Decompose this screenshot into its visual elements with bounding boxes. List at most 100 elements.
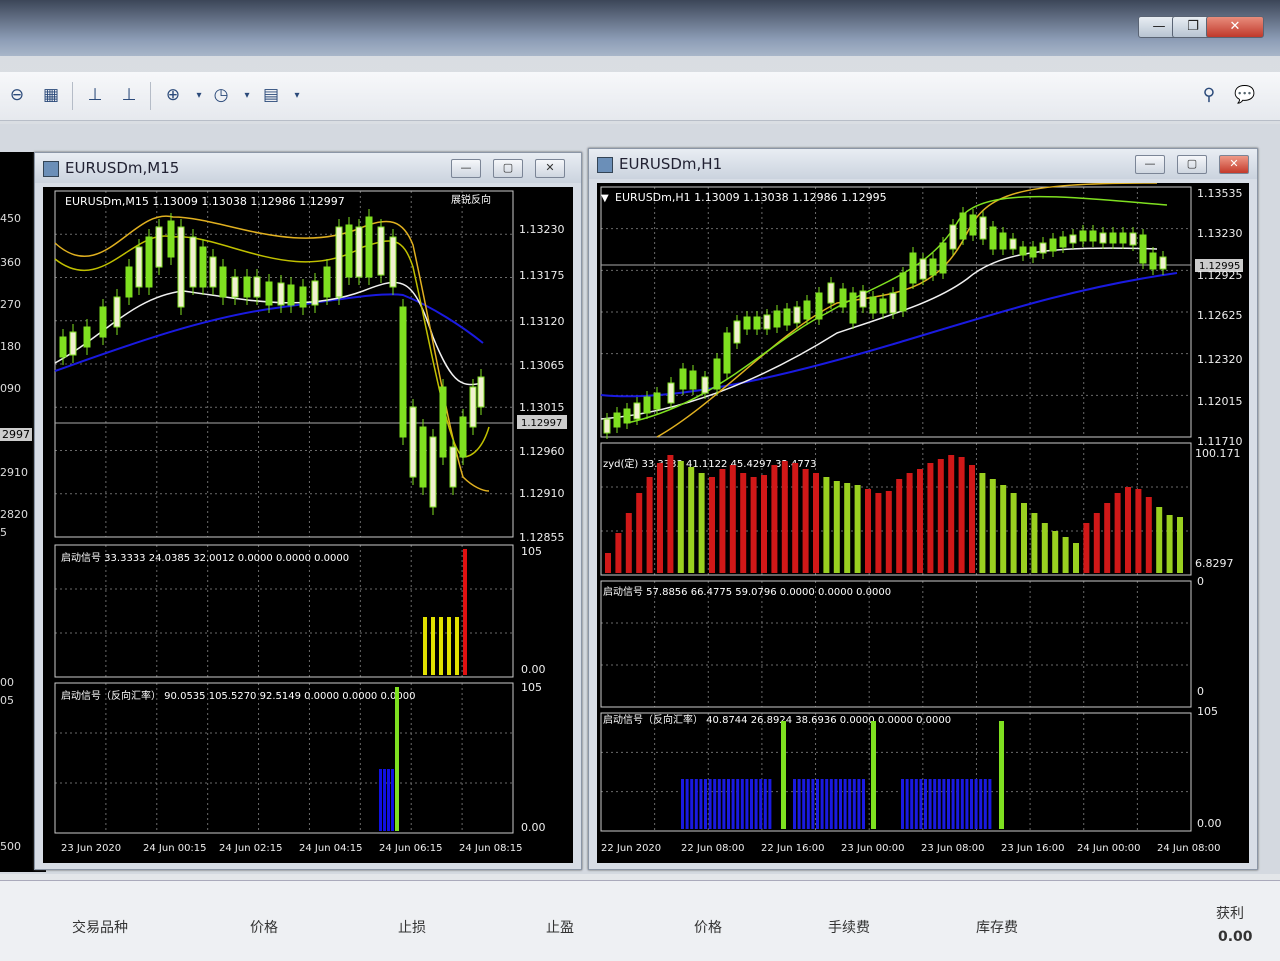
histogram-bar [854, 485, 861, 573]
autoscroll-icon[interactable]: ⊥ [116, 82, 142, 108]
zoom-out-icon[interactable]: ⊖ [4, 82, 30, 108]
histogram-bar [781, 461, 788, 573]
histogram-bar [979, 473, 986, 573]
signal-bar-blue [928, 779, 932, 829]
candle-body [653, 392, 661, 410]
chart-shift-icon[interactable]: ⊥ [82, 82, 108, 108]
tile-windows-icon[interactable]: ▦ [38, 82, 64, 108]
signal-bar-blue [942, 779, 946, 829]
chevron-down-icon[interactable]: ▾ [284, 82, 310, 108]
column-symbol[interactable]: 交易品种 [72, 917, 128, 937]
candle-body [773, 310, 781, 328]
search-icon[interactable]: ⚲ [1196, 82, 1222, 108]
signal-bar-blue [768, 779, 772, 829]
candle-body [793, 306, 801, 324]
minimize-button[interactable]: — [1135, 155, 1165, 174]
column-stop-loss[interactable]: 止损 [398, 917, 426, 937]
candle-body [939, 242, 947, 274]
candle-body [603, 418, 611, 434]
price-label: 2997 [0, 428, 32, 441]
candle-body [1129, 232, 1137, 246]
candle-body [177, 226, 185, 308]
candle-body [1029, 246, 1037, 258]
maximize-button[interactable]: ▢ [493, 159, 523, 178]
periods-icon[interactable]: ◷ [208, 82, 234, 108]
signal-bar-blue [727, 779, 730, 829]
signal-bar-blue [820, 779, 824, 829]
chart-canvas-m15[interactable]: EURUSDm,M15 1.13009 1.13038 1.12986 1.12… [43, 187, 573, 863]
signal-bar-blue [829, 779, 833, 829]
close-button[interactable]: ✕ [535, 159, 565, 178]
signal-bar-blue [839, 779, 842, 829]
price-label: 450 [0, 212, 21, 225]
signal-bar-blue [713, 779, 717, 829]
signal-bar-blue [694, 779, 698, 829]
histogram-bar [1156, 507, 1163, 573]
candle-body [323, 266, 331, 298]
candle-body [859, 290, 867, 308]
templates-icon[interactable]: ▤ [258, 82, 284, 108]
candle-body [1149, 252, 1157, 270]
candle-body [1039, 242, 1047, 254]
candle-body [299, 286, 307, 308]
histogram-bar [937, 459, 944, 573]
candle-body [253, 276, 261, 298]
sub1-scale-top: 105 [521, 545, 542, 558]
time-tick-label: 24 Jun 06:15 [379, 843, 443, 854]
histogram-bar [792, 463, 799, 573]
indicators-icon[interactable]: ⊕ [160, 82, 186, 108]
signal-bar-blue [745, 779, 749, 829]
histogram-bar [1104, 503, 1111, 573]
chat-icon[interactable]: 💬 [1232, 82, 1258, 108]
time-tick-label: 22 Jun 08:00 [681, 843, 745, 854]
minimize-button[interactable]: — [451, 159, 481, 178]
price-tick-label: 1.13230 [1197, 227, 1243, 240]
chart-window-h1[interactable]: EURUSDm,H1 — ▢ ✕ ▼ EURUSDm,H1 1.13009 1.1… [588, 148, 1258, 870]
signal-bar-blue [956, 779, 960, 829]
candle-body [113, 296, 121, 328]
candle-body [199, 246, 207, 288]
candle-body [979, 216, 987, 240]
column-price[interactable]: 价格 [250, 917, 278, 937]
chevron-down-icon[interactable]: ▾ [234, 82, 260, 108]
candle-body [1119, 232, 1127, 244]
panel-border [54, 190, 514, 538]
signal-bar-yellow [439, 617, 443, 675]
signal-bar-blue [681, 779, 684, 829]
histogram-bar [906, 473, 913, 573]
histogram-bar [740, 473, 747, 573]
column-profit[interactable]: 获利 [1216, 903, 1244, 923]
close-button[interactable]: ✕ [1206, 16, 1264, 38]
signal-bar-blue [914, 779, 918, 829]
candle-body [959, 212, 967, 240]
chart-canvas-h1[interactable]: ▼ EURUSDm,H1 1.13009 1.13038 1.12986 1.12… [597, 182, 1249, 863]
candle-body [219, 266, 227, 298]
histogram-bar [813, 473, 819, 573]
chart-header-label: EURUSDm,M15 1.13009 1.13038 1.12986 1.12… [65, 195, 345, 208]
signal-bar-green [395, 687, 399, 831]
histogram-bar [709, 477, 715, 573]
column-take-profit[interactable]: 止盈 [546, 917, 574, 937]
histogram-bar [948, 455, 955, 573]
close-button[interactable]: ✕ [1219, 155, 1249, 174]
candle-body [389, 236, 397, 288]
signal-bar-blue [924, 779, 927, 829]
price-tick-label: 1.12320 [1197, 353, 1243, 366]
signal-bar-blue [708, 779, 712, 829]
signal-bar-blue [919, 779, 923, 829]
signal-bar-blue [825, 779, 829, 829]
column-swap[interactable]: 库存费 [976, 917, 1018, 937]
column-commission[interactable]: 手续费 [828, 917, 870, 937]
column-price-current[interactable]: 价格 [694, 917, 722, 937]
candle-body [763, 314, 771, 330]
candle-body [469, 386, 477, 428]
signal-bar-blue [848, 779, 852, 829]
maximize-button[interactable]: ▢ [1177, 155, 1207, 174]
histogram-bar [1125, 487, 1131, 573]
candle-body [1139, 234, 1147, 264]
signal-bar-blue [933, 779, 937, 829]
chart-window-m15[interactable]: EURUSDm,M15 — ▢ ✕ EURUSDm,M15 1.13009 1.… [34, 152, 582, 870]
panel-border [54, 682, 514, 834]
candle-body [899, 272, 907, 312]
signal-bar-green [871, 721, 876, 829]
